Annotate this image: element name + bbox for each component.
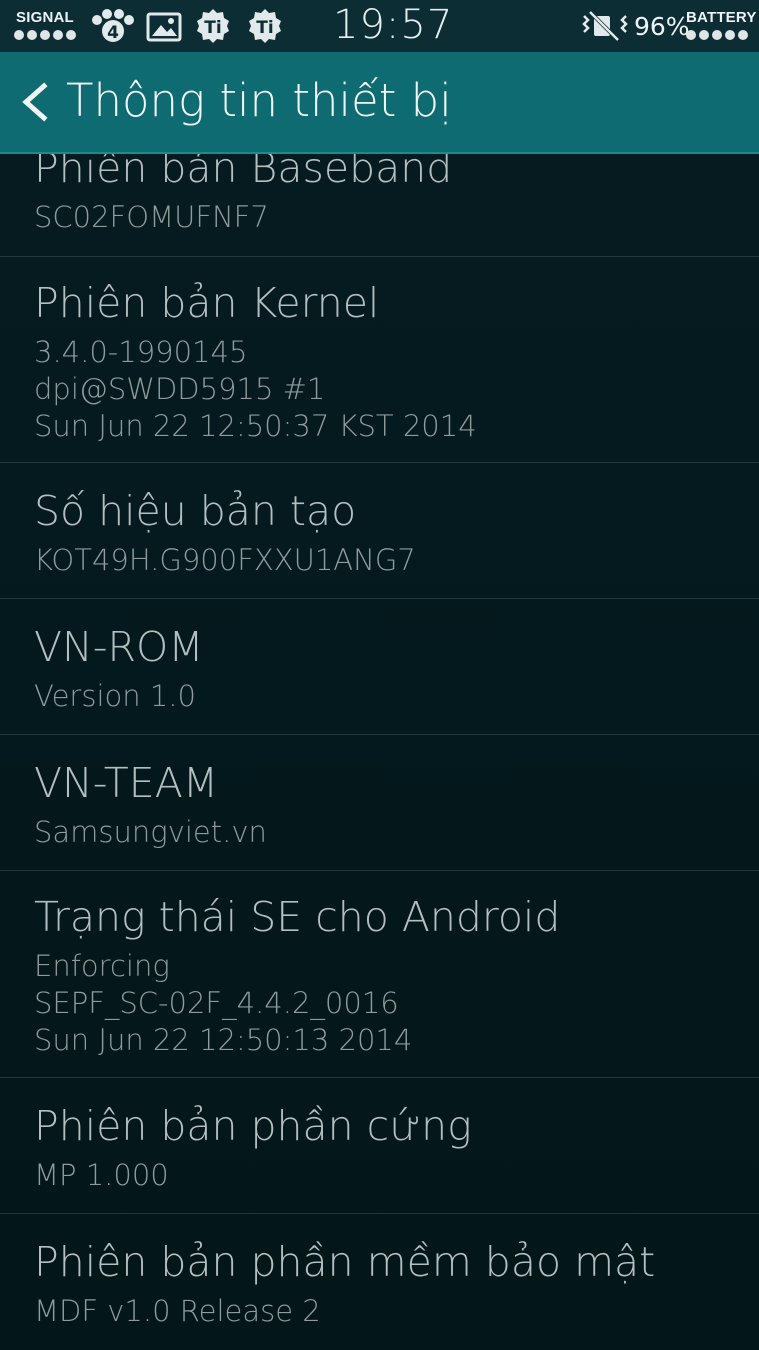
battery-dots-icon [686, 30, 748, 40]
item-value: Samsungviet.vn [34, 815, 267, 849]
notification-badge: 4 [107, 23, 119, 43]
item-value: MP 1.000 [34, 1158, 169, 1192]
item-title: VN-ROM [34, 623, 204, 671]
list-item-vn-rom[interactable]: VN-ROM Version 1.0 [0, 599, 759, 735]
item-title: VN-TEAM [34, 759, 219, 807]
device-info-list: Phiên bản Baseband SC02FOMUFNF7 Phiên bả… [0, 154, 759, 1350]
list-item-kernel[interactable]: Phiên bản Kernel 3.4.0-1990145 dpi@SWDD5… [0, 257, 759, 463]
item-value: KOT49H.G900FXXU1ANG7 [34, 543, 416, 577]
item-value: Enforcing SEPF_SC-02F_4.4.2_0016 Sun Jun… [34, 949, 413, 1057]
item-title: Phiên bản Baseband [34, 154, 453, 192]
svg-text:Ti: Ti [256, 18, 273, 38]
svg-text:Ti: Ti [204, 18, 221, 38]
action-bar: Thông tin thiết bị [0, 52, 759, 154]
signal-dots-icon [14, 30, 76, 40]
ti-app-icon: Ti [194, 8, 232, 44]
item-title: Phiên bản phần mềm bảo mật [34, 1238, 656, 1286]
page-title: Thông tin thiết bị [66, 74, 452, 127]
item-title: Số hiệu bản tạo [34, 487, 357, 535]
list-item-hardware-version[interactable]: Phiên bản phần cứng MP 1.000 [0, 1078, 759, 1214]
item-value: Version 1.0 [34, 679, 196, 713]
ti-app-icon: Ti [246, 8, 284, 44]
item-value: 3.4.0-1990145 dpi@SWDD5915 #1 Sun Jun 22… [34, 335, 477, 443]
battery-indicator: BATTERY [684, 0, 759, 52]
battery-percent: 96% [634, 12, 690, 41]
signal-indicator: SIGNAL [0, 0, 90, 52]
paw-icon: 4 [88, 8, 138, 44]
battery-label: BATTERY [686, 9, 757, 26]
item-value: SC02FOMUFNF7 [34, 200, 269, 234]
chevron-left-icon [22, 82, 48, 122]
image-icon [146, 8, 182, 44]
list-item-vn-team[interactable]: VN-TEAM Samsungviet.vn [0, 735, 759, 871]
list-item-se-android[interactable]: Trạng thái SE cho Android Enforcing SEPF… [0, 871, 759, 1078]
item-title: Phiên bản phần cứng [34, 1102, 472, 1150]
status-time: 19:57 [333, 2, 454, 48]
list-item-build-number[interactable]: Số hiệu bản tạo KOT49H.G900FXXU1ANG7 [0, 463, 759, 599]
vibrate-mute-icon [580, 10, 630, 46]
status-bar: SIGNAL 4 Ti Ti 19:57 96% BATTERY [0, 0, 759, 52]
list-item-baseband[interactable]: Phiên bản Baseband SC02FOMUFNF7 [0, 154, 759, 257]
item-title: Trạng thái SE cho Android [34, 893, 561, 941]
back-button[interactable] [6, 70, 58, 134]
list-item-security-software[interactable]: Phiên bản phần mềm bảo mật MDF v1.0 Rele… [0, 1214, 759, 1350]
signal-label: SIGNAL [16, 9, 74, 26]
item-value: MDF v1.0 Release 2 [34, 1294, 321, 1328]
device-info-screen: SIGNAL 4 Ti Ti 19:57 96% BATTERY Thông t… [0, 0, 759, 1350]
item-title: Phiên bản Kernel [34, 279, 380, 327]
